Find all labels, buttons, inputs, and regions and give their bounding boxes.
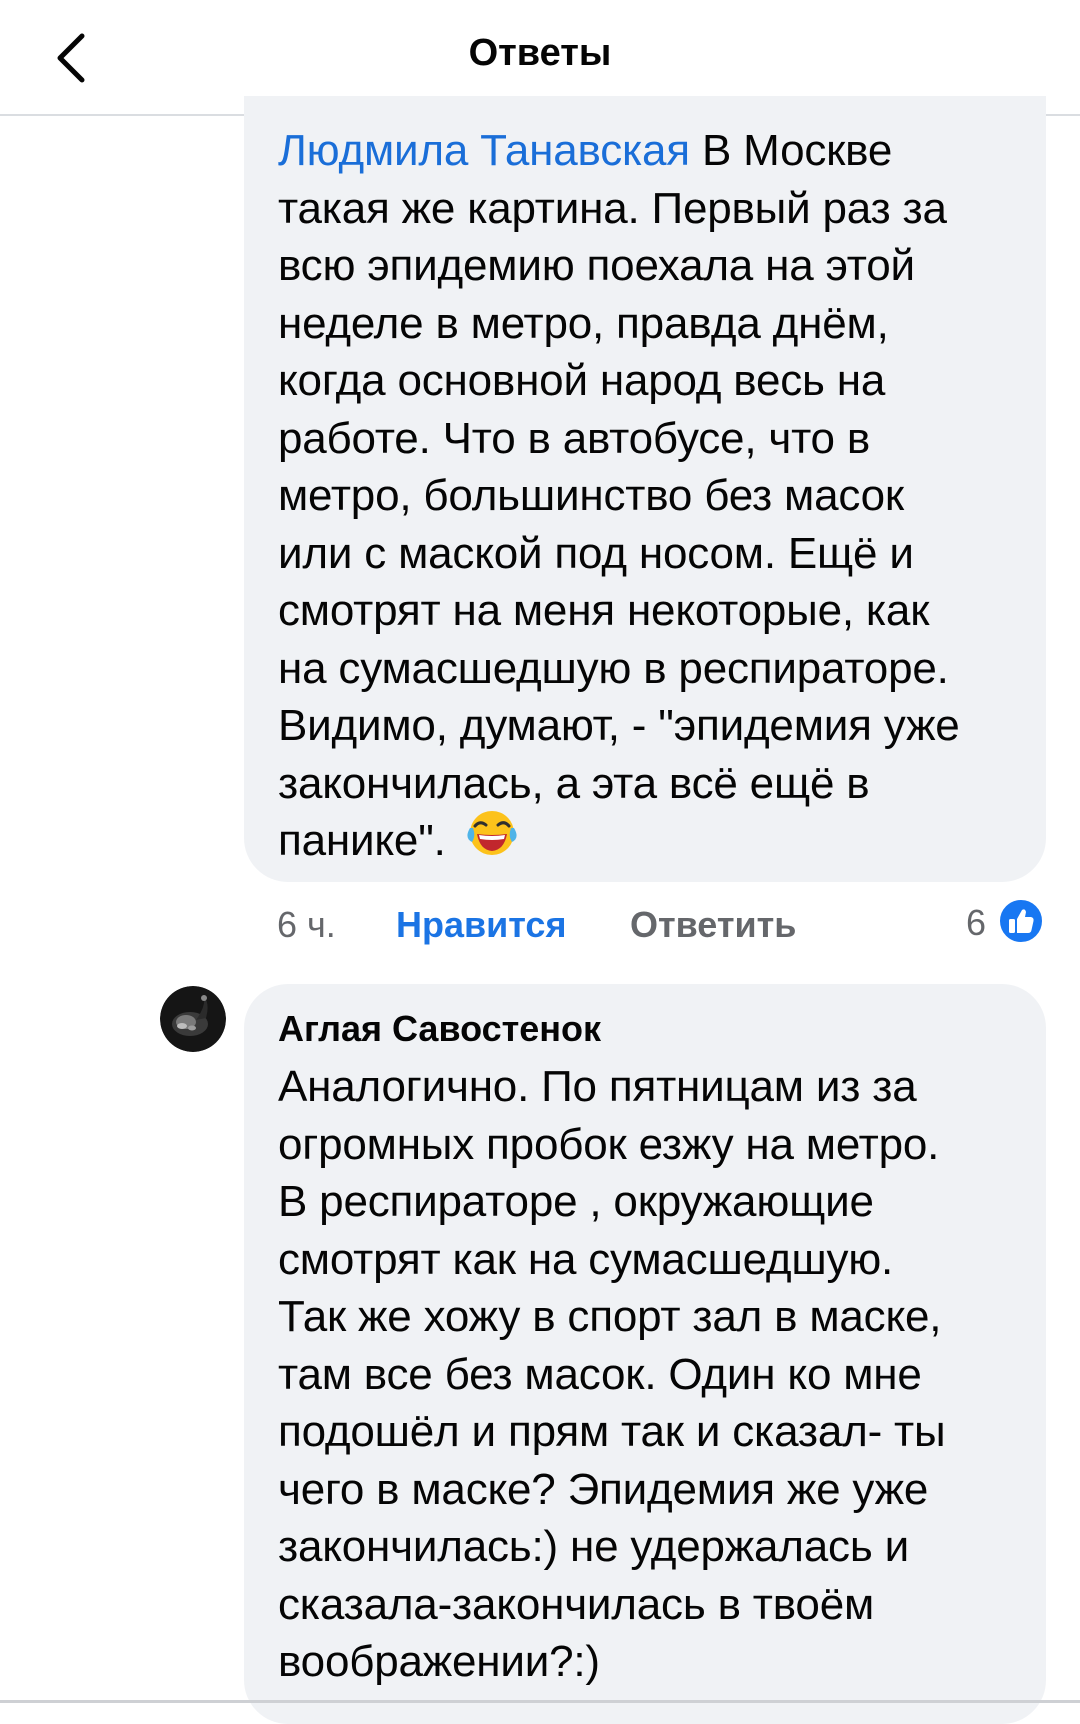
face-with-tears-of-joy-icon [466,806,518,873]
comment-body: Людмила Танавская В Москве такая же карт… [278,122,1016,873]
comment-text: В Москве такая же картина. Первый раз за… [278,126,960,865]
comment-bubble: Людмила Танавская В Москве такая же карт… [244,96,1046,882]
comment-actions: 6 ч. Нравится Ответить 6 [0,898,1080,954]
like-reaction-icon[interactable] [998,898,1044,944]
comment-author[interactable]: Аглая Савостенок [278,1006,1016,1052]
comment-timestamp: 6 ч. [277,904,336,945]
comment-text: Аналогично. По пятницам из за огромных п… [278,1062,946,1686]
like-button[interactable]: Нравится [396,904,566,946]
comment-bubble: Аглая Савостенок Аналогично. По пятницам… [244,984,1046,1724]
author-name-link[interactable]: Людмила Танавская [278,126,690,175]
reply-button[interactable]: Ответить [630,904,796,946]
avatar[interactable] [160,986,226,1052]
page-title: Ответы [468,31,612,74]
avatar-image [160,986,226,1052]
reaction-count[interactable]: 6 [966,902,986,944]
